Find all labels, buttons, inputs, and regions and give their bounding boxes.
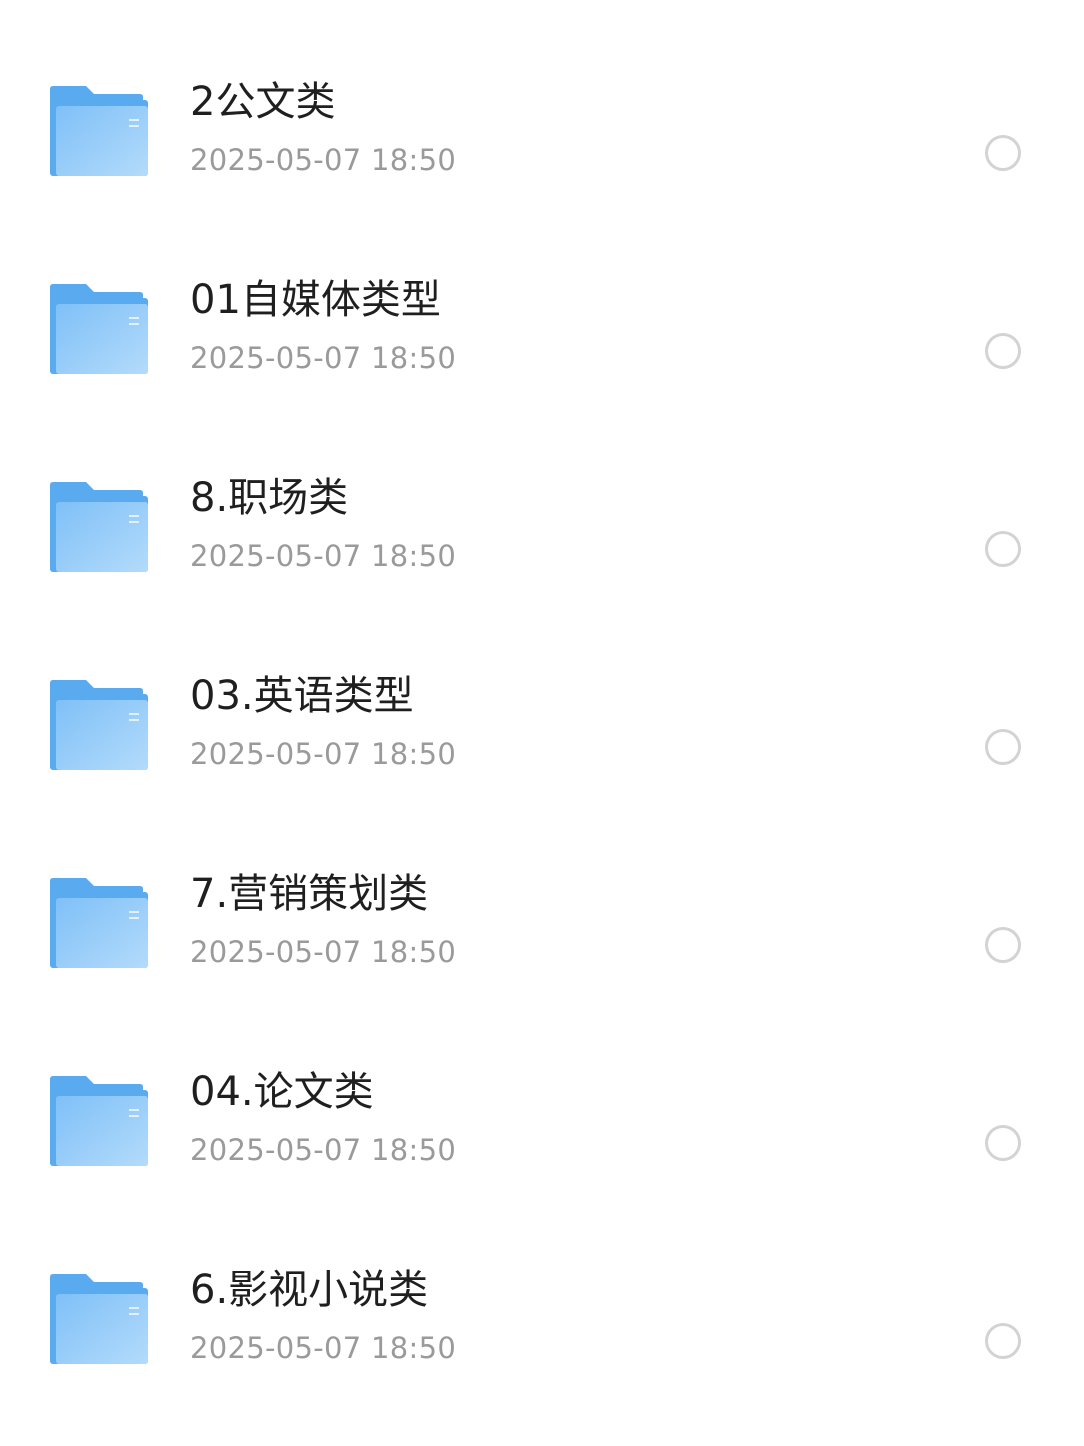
select-radio[interactable]	[985, 927, 1021, 963]
folder-icon	[50, 482, 148, 572]
list-item[interactable]: 8.职场类 2025-05-07 18:50	[0, 456, 1084, 654]
folder-date: 2025-05-07 18:50	[190, 935, 457, 969]
folder-icon	[50, 284, 148, 374]
select-radio[interactable]	[985, 729, 1021, 765]
folder-name: 8.职场类	[190, 475, 349, 521]
folder-date: 2025-05-07 18:50	[190, 341, 457, 375]
folder-date: 2025-05-07 18:50	[190, 539, 457, 573]
list-item[interactable]: 6.影视小说类 2025-05-07 18:50	[0, 1248, 1084, 1446]
folder-date: 2025-05-07 18:50	[190, 737, 457, 771]
select-radio[interactable]	[985, 1323, 1021, 1359]
folder-name: 01自媒体类型	[190, 277, 441, 323]
list-item[interactable]: 03.英语类型 2025-05-07 18:50	[0, 654, 1084, 852]
select-radio[interactable]	[985, 333, 1021, 369]
select-radio[interactable]	[985, 531, 1021, 567]
folder-icon	[50, 1076, 148, 1166]
select-radio[interactable]	[985, 1125, 1021, 1161]
list-item[interactable]: 04.论文类 2025-05-07 18:50	[0, 1050, 1084, 1248]
folder-name: 03.英语类型	[190, 673, 414, 719]
folder-icon	[50, 1274, 148, 1364]
folder-date: 2025-05-07 18:50	[190, 1133, 457, 1167]
select-radio[interactable]	[985, 135, 1021, 171]
list-item[interactable]: 01自媒体类型 2025-05-07 18:50	[0, 258, 1084, 456]
list-item[interactable]: 7.营销策划类 2025-05-07 18:50	[0, 852, 1084, 1050]
folder-name: 6.影视小说类	[190, 1267, 429, 1313]
folder-icon	[50, 86, 148, 176]
folder-icon	[50, 680, 148, 770]
folder-date: 2025-05-07 18:50	[190, 143, 457, 177]
folder-name: 2公文类	[190, 79, 336, 125]
folder-icon	[50, 878, 148, 968]
folder-date: 2025-05-07 18:50	[190, 1331, 457, 1365]
file-list: 2公文类 2025-05-07 18:50 01自媒体类型 2025-05-07	[0, 0, 1084, 1414]
list-item[interactable]: 2公文类 2025-05-07 18:50	[0, 60, 1084, 258]
folder-name: 7.营销策划类	[190, 871, 429, 917]
folder-name: 04.论文类	[190, 1069, 374, 1115]
